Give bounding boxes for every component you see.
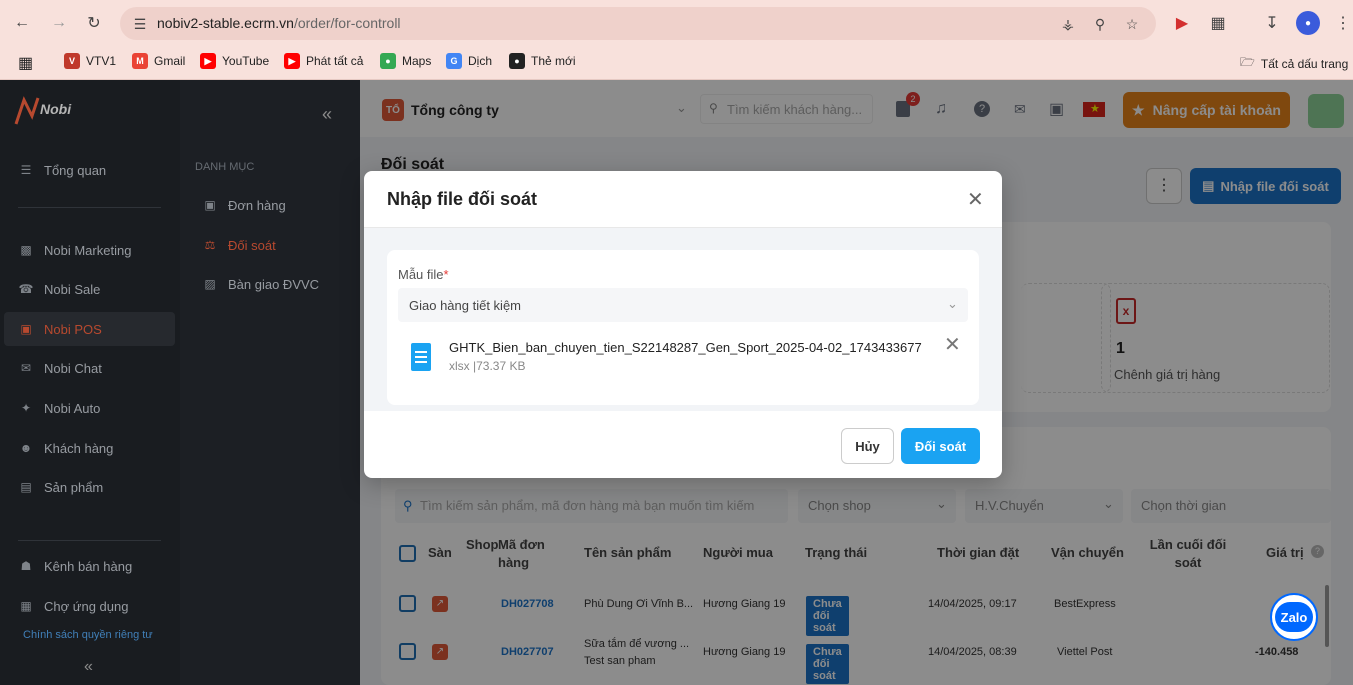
key-icon[interactable]: ⚶	[1058, 14, 1078, 34]
download-icon[interactable]: ↧	[1260, 11, 1284, 35]
url-path: /order/for-controll	[293, 15, 401, 31]
star-icon[interactable]: ☆	[1122, 14, 1142, 34]
vtv-icon: V	[64, 53, 80, 69]
puzzle-icon[interactable]: ▦	[1206, 11, 1230, 35]
reload-icon[interactable]: ↻	[82, 11, 106, 35]
bookmarks-bar: ▦ V VTV1 M Gmail ▶ YouTube ▶ Phát tất cả ● Maps G D…	[0, 45, 1353, 80]
cancel-button[interactable]: Hủy	[841, 428, 894, 464]
required-mark: *	[443, 267, 449, 282]
bookmark-2[interactable]: ▶ YouTube	[200, 53, 269, 69]
bookmark-label: Dịch	[468, 54, 493, 68]
site-settings-icon[interactable]: ☰	[130, 14, 150, 34]
bookmark-0[interactable]: V VTV1	[64, 53, 116, 69]
all-bookmarks[interactable]: 🗁 Tất cả dấu trang	[1240, 53, 1348, 74]
file-name: GHTK_Bien_ban_chuyen_tien_S22148287_Gen_…	[449, 340, 922, 355]
bookmark-3[interactable]: ▶ Phát tất cả	[284, 53, 363, 69]
maps-icon: ●	[380, 53, 396, 69]
youtube-icon: ▶	[284, 53, 300, 69]
bookmark-label: VTV1	[86, 54, 117, 68]
bookmark-label: Phát tất cả	[306, 54, 364, 68]
template-label-text: Mẫu file	[398, 267, 444, 282]
close-icon[interactable]: ✕	[967, 187, 984, 212]
apps-grid-icon[interactable]: ▦	[18, 53, 33, 73]
zoom-icon[interactable]: ⚲	[1090, 14, 1110, 34]
reconcile-button[interactable]: Đối soát	[901, 428, 980, 464]
forward-arrow-icon[interactable]: →	[47, 11, 71, 35]
bookmark-label: Maps	[402, 54, 432, 68]
address-bar[interactable]: ☰ nobiv2-stable.ecrm.vn/order/for-contro…	[120, 7, 1156, 40]
remove-file-icon[interactable]: ✕	[944, 332, 961, 357]
zalo-chat-button[interactable]: Zalo	[1270, 593, 1318, 641]
modal-body: Mẫu file* Giao hàng tiết kiệm ⌄ GHTK_Bie…	[364, 228, 1002, 411]
modal-title: Nhập file đối soát	[387, 189, 538, 209]
template-field-label: Mẫu file*	[398, 267, 449, 282]
template-select-value: Giao hàng tiết kiệm	[409, 298, 522, 313]
scrollbar-thumb[interactable]	[1325, 585, 1329, 647]
file-size: 73.37 KB	[476, 359, 526, 373]
youtube-icon: ▶	[200, 53, 216, 69]
url-text: nobiv2-stable.ecrm.vn/order/for-controll	[157, 15, 401, 31]
folder-icon: 🗁	[1240, 55, 1255, 69]
template-select[interactable]: Giao hàng tiết kiệm ⌄	[398, 288, 968, 322]
extension-icon[interactable]: ▶	[1170, 11, 1194, 35]
bookmark-1[interactable]: M Gmail	[132, 53, 185, 69]
bookmark-4[interactable]: ● Maps	[380, 53, 431, 69]
document-icon	[411, 343, 431, 371]
bookmark-label: Gmail	[154, 54, 186, 68]
sidebar-dim-overlay	[0, 80, 360, 685]
url-host: nobiv2-stable.ecrm.vn	[157, 15, 294, 31]
all-bookmarks-label: Tất cả dấu trang	[1260, 56, 1349, 71]
file-meta: xlsx |73.37 KB	[449, 359, 526, 373]
globe-icon: ●	[509, 53, 525, 69]
bookmark-label: YouTube	[222, 54, 270, 68]
chevron-down-icon: ⌄	[947, 296, 958, 311]
zalo-label: Zalo	[1275, 602, 1313, 632]
gmail-icon: M	[132, 53, 148, 69]
bookmark-5[interactable]: G Dịch	[446, 53, 492, 69]
profile-avatar[interactable]: ●	[1296, 11, 1320, 35]
bookmark-6[interactable]: ● Thẻ mới	[509, 53, 576, 69]
file-form-card: Mẫu file* Giao hàng tiết kiệm ⌄ GHTK_Bie…	[387, 250, 979, 405]
bookmark-label: Thẻ mới	[531, 54, 576, 68]
file-extension: xlsx	[449, 359, 470, 373]
import-file-modal: Nhập file đối soát ✕ Mẫu file* Giao hàng…	[364, 171, 1002, 478]
browser-toolbar: ← → ↻ ☰ nobiv2-stable.ecrm.vn/order/for-…	[0, 0, 1353, 45]
translate-icon: G	[446, 53, 462, 69]
back-arrow-icon[interactable]: ←	[10, 11, 34, 35]
modal-header: Nhập file đối soát ✕	[364, 171, 1002, 228]
menu-dots-icon[interactable]: ⋮	[1331, 11, 1353, 35]
